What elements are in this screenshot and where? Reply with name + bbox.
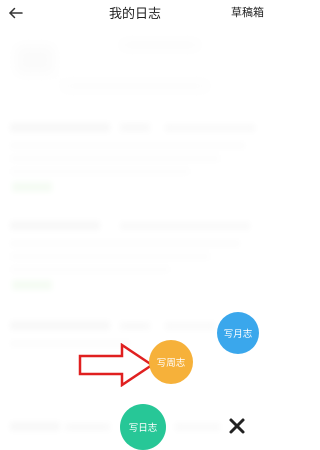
write-monthly-label: 写月志 <box>223 329 253 340</box>
write-daily-button[interactable]: 写日志 <box>120 404 166 450</box>
header: 我的日志 草稿箱 <box>0 0 270 30</box>
close-menu-button[interactable] <box>228 417 246 435</box>
write-weekly-label: 写周志 <box>156 358 186 369</box>
drafts-button[interactable]: 草稿箱 <box>231 4 264 20</box>
arrow-right-icon <box>78 343 154 387</box>
write-monthly-button[interactable]: 写月志 <box>217 312 259 354</box>
write-daily-label: 写日志 <box>128 423 158 434</box>
page-title: 我的日志 <box>108 7 161 22</box>
write-weekly-button[interactable]: 写周志 <box>149 340 193 384</box>
close-icon <box>229 418 245 434</box>
